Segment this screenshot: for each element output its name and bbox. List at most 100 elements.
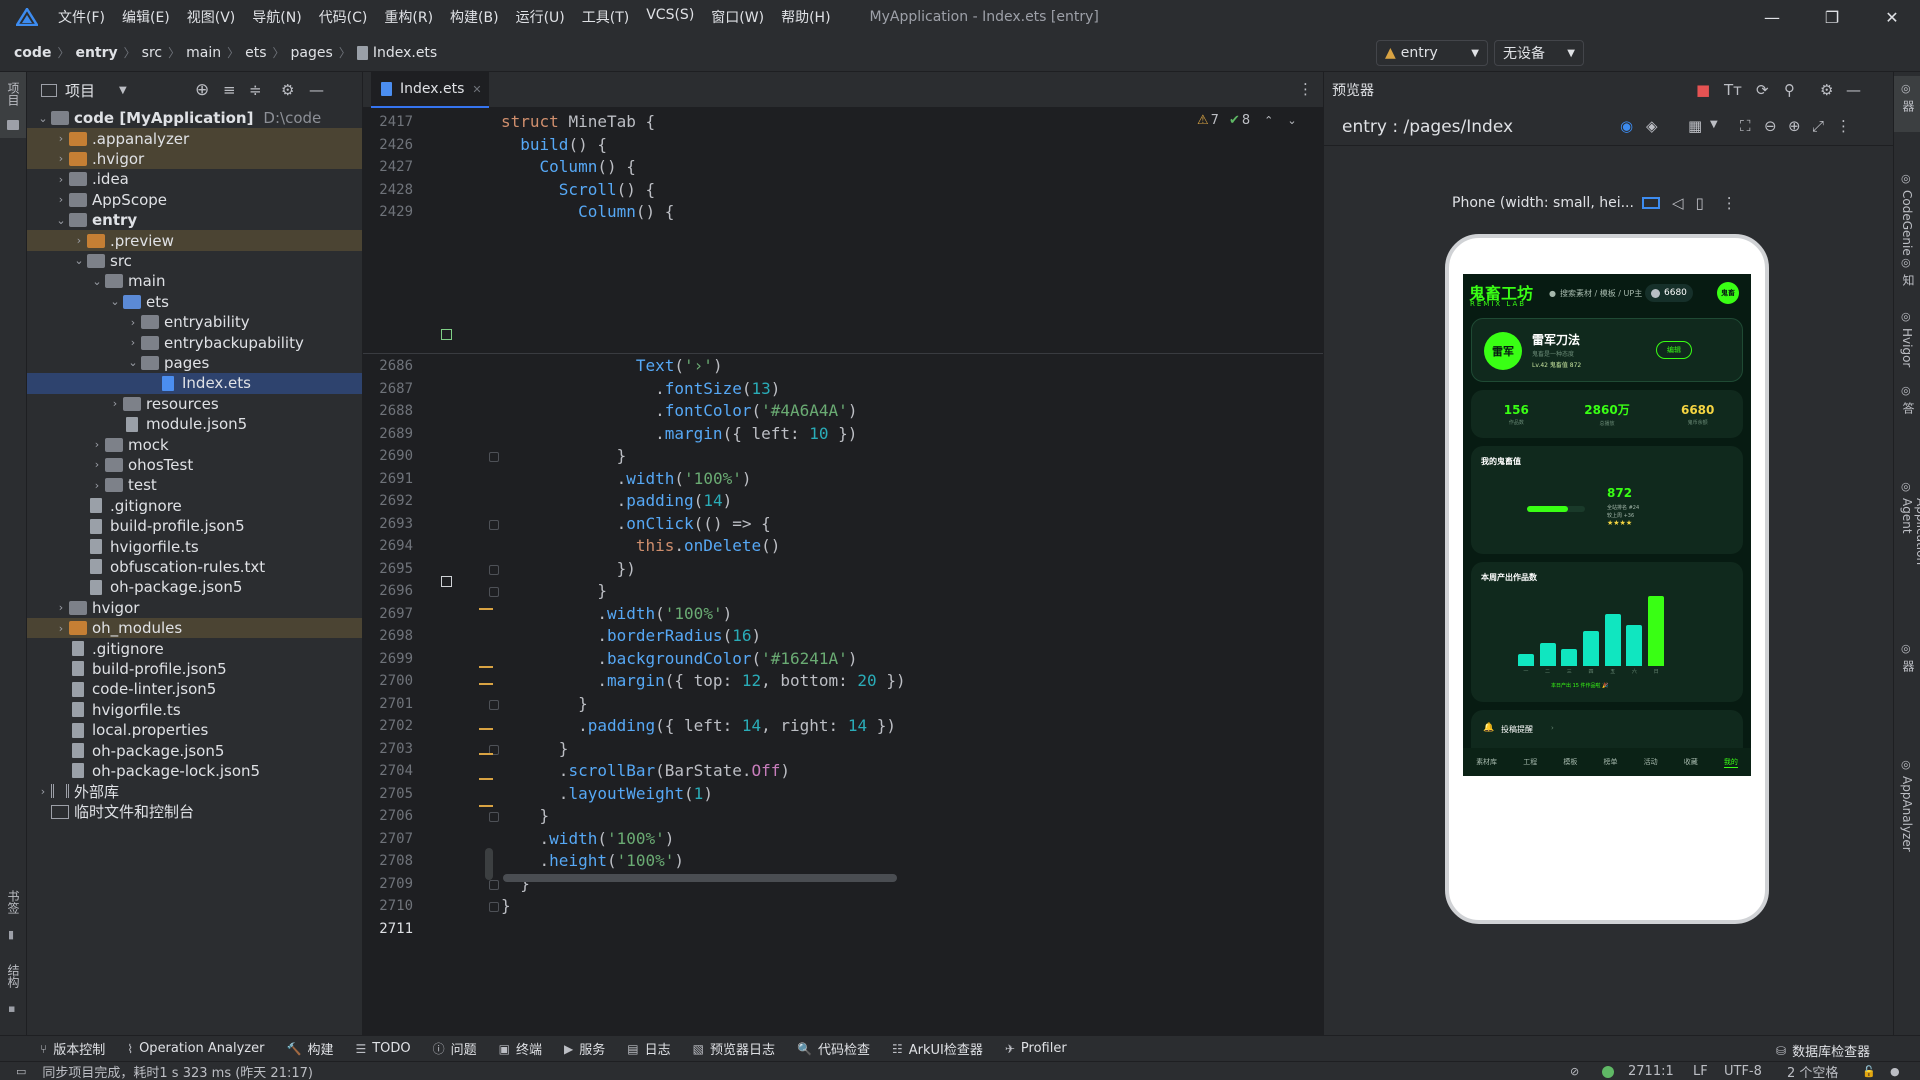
tab-index-ets[interactable]: Index.ets ✕ [371, 72, 489, 108]
device-select[interactable]: 无设备 ▼ [1494, 40, 1584, 66]
code-line[interactable]: }) [501, 559, 636, 578]
tree-item[interactable]: code-linter.json5 [27, 679, 362, 699]
tree-item[interactable]: ⌄ ets [27, 292, 362, 312]
no-sync-icon[interactable]: ⊘ [1570, 1065, 1579, 1078]
warning-marker[interactable] [479, 753, 493, 755]
horizontal-scrollbar[interactable] [503, 874, 897, 882]
tree-item[interactable]: build-profile.json5 [27, 516, 362, 536]
chevron-down-icon[interactable]: ▼ [1710, 119, 1718, 130]
menu-item[interactable]: 运行(U) [516, 7, 565, 27]
collapse-all-icon[interactable]: ≑ [249, 81, 262, 99]
chevron-right-icon[interactable]: › [53, 601, 69, 614]
options-gear-icon[interactable]: ⚙ [281, 81, 294, 99]
tool-window-button[interactable]: ✈ Profiler [1005, 1041, 1067, 1056]
fold-marker-icon[interactable] [489, 519, 499, 530]
code-line[interactable]: Text('›') [501, 356, 723, 375]
tree-item[interactable]: oh-package-lock.json5 [27, 761, 362, 781]
maximize-icon[interactable]: ❐ [1804, 0, 1860, 34]
chevron-right-icon[interactable]: › [107, 397, 123, 410]
lock-icon[interactable]: 🔓 [1862, 1065, 1876, 1078]
code-line[interactable]: } [501, 694, 588, 713]
tool-window-button[interactable]: 🔨 构建 [286, 1039, 333, 1059]
code-line[interactable]: Column() { [501, 157, 636, 176]
breadcrumb-item[interactable]: entry [75, 45, 117, 61]
reminder-card[interactable]: 🔔 投稿提醒 › [1471, 710, 1743, 750]
tree-item[interactable]: local.properties [27, 720, 362, 740]
code-line[interactable]: Column() { [501, 202, 674, 221]
tree-item[interactable]: obfuscation-rules.txt [27, 557, 362, 577]
tree-item[interactable]: › mock [27, 434, 362, 454]
menu-item[interactable]: 重构(R) [384, 7, 433, 27]
tree-item[interactable]: › .preview [27, 230, 362, 251]
menu-item[interactable]: 文件(F) [58, 7, 105, 27]
locate-icon[interactable]: ⊕ [195, 80, 209, 100]
code-line[interactable]: .padding({ left: 14, right: 14 }) [501, 716, 896, 735]
chevron-down-icon[interactable]: ⌄ [71, 254, 87, 267]
code-line[interactable]: build() { [501, 135, 607, 154]
tree-item[interactable]: › .appanalyzer [27, 128, 362, 149]
notification-icon[interactable]: ● [1890, 1065, 1900, 1078]
tree-item[interactable]: › .idea [27, 169, 362, 189]
tree-item[interactable]: › hvigor [27, 598, 362, 618]
menu-item[interactable]: 窗口(W) [711, 7, 764, 27]
indent-setting[interactable]: 2 个空格 [1787, 1062, 1838, 1080]
tree-item[interactable]: hvigorfile.ts [27, 700, 362, 720]
chevron-right-icon[interactable]: › [89, 479, 105, 492]
hide-panel-icon[interactable]: — [309, 81, 324, 99]
more-icon[interactable]: ⋮ [1836, 117, 1851, 135]
tool-window-button[interactable]: ⓘ 问题 [433, 1039, 477, 1058]
warning-marker[interactable] [479, 666, 493, 668]
code-line[interactable]: .borderRadius(16) [501, 626, 761, 645]
code-line[interactable]: .layoutWeight(1) [501, 784, 713, 803]
tree-item[interactable]: › entrybackupability [27, 332, 362, 352]
chevron-right-icon[interactable]: › [53, 132, 69, 145]
tree-item[interactable]: › AppScope [27, 190, 362, 210]
chevron-right-icon[interactable]: › [35, 785, 51, 798]
preview-mode-icon[interactable]: ◉ [1620, 117, 1633, 135]
tool-window-button[interactable]: ⌇ Operation Analyzer [127, 1041, 264, 1056]
fold-marker-icon[interactable] [489, 879, 499, 890]
layers-icon[interactable]: ◈ [1646, 117, 1658, 135]
chevron-right-icon[interactable]: › [125, 336, 141, 349]
stop-preview-icon[interactable]: ■ [1696, 81, 1710, 99]
code-line[interactable]: .width('100%') [501, 829, 675, 848]
close-icon[interactable]: ✕ [1864, 0, 1920, 34]
app-nav-item[interactable]: 活动 [1644, 757, 1658, 767]
tree-item[interactable]: › .hvigor [27, 148, 362, 170]
code-line[interactable]: .margin({ left: 10 }) [501, 424, 857, 443]
tree-item[interactable]: › resources [27, 394, 362, 414]
avatar[interactable]: 鬼畜 [1717, 282, 1739, 304]
chevron-right-icon[interactable]: › [53, 152, 69, 165]
tree-item[interactable]: module.json5 [27, 414, 362, 434]
rotate-icon[interactable]: ▯ [1696, 194, 1704, 212]
fullscreen-icon[interactable]: ⤢ [1812, 117, 1824, 135]
db-inspector-button[interactable]: ⛁ 数据库检查器 [1776, 1041, 1870, 1061]
code-line[interactable]: this.onDelete() [501, 536, 781, 555]
tree-item[interactable]: .gitignore [27, 638, 362, 658]
code-line[interactable]: .width('100%') [501, 469, 752, 488]
tree-item[interactable]: ⌄ code [MyApplication] D:\code [27, 108, 362, 128]
phone-screen[interactable]: 鬼畜工坊 REMIX LAB ● 搜索素材 / 模板 / UP主 6680 鬼畜… [1463, 274, 1751, 882]
tree-item[interactable]: › test [27, 475, 362, 495]
code-line[interactable]: } [501, 581, 607, 600]
project-stripe-button[interactable]: 项目 [0, 72, 26, 138]
tool-window-button[interactable]: ☰ TODO [355, 1041, 410, 1056]
app-nav-item[interactable]: 模板 [1563, 757, 1577, 767]
run-config-select[interactable]: ▲ entry ▼ [1376, 40, 1488, 66]
menu-item[interactable]: 编辑(E) [122, 7, 170, 27]
tree-item[interactable]: 临时文件和控制台 [27, 802, 362, 822]
color-swatch-icon[interactable] [441, 329, 452, 340]
tree-item[interactable]: ⌄ entry [27, 210, 362, 230]
tree-item[interactable]: .gitignore [27, 496, 362, 516]
tree-item[interactable]: hvigorfile.ts [27, 536, 362, 556]
warning-marker[interactable] [479, 608, 493, 610]
code-line[interactable]: } [501, 739, 569, 758]
tool-window-button[interactable]: 🔍 代码检查 [797, 1039, 870, 1059]
code-line[interactable]: } [501, 806, 550, 825]
line-separator[interactable]: LF [1693, 1064, 1708, 1079]
tree-item[interactable]: Index.ets [27, 373, 362, 394]
tree-item[interactable]: ⌄ src [27, 251, 362, 271]
breadcrumb-item[interactable]: main [186, 45, 221, 61]
chevron-down-icon[interactable]: ⌄ [53, 214, 69, 227]
code-line[interactable]: .margin({ top: 12, bottom: 20 }) [501, 671, 905, 690]
